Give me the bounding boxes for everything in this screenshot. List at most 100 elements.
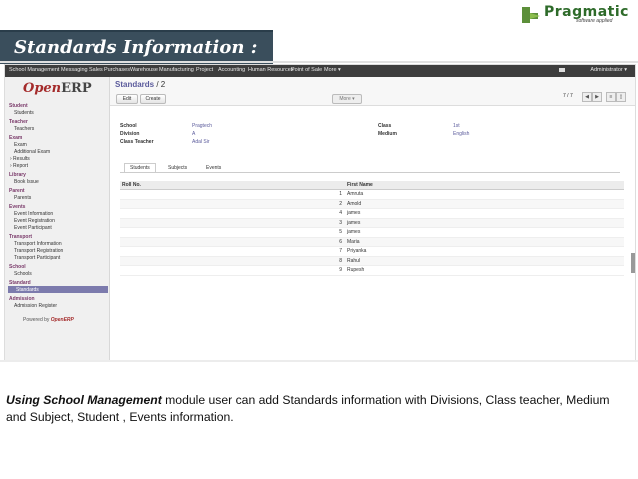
- table-row[interactable]: 8 Rahul: [120, 256, 624, 266]
- next-icon[interactable]: ▶: [592, 92, 602, 102]
- table-row[interactable]: 4 james: [120, 208, 624, 219]
- openerp-logo: OpenERP: [23, 81, 92, 96]
- sidebar-item-teachers[interactable]: Teachers: [14, 126, 34, 132]
- first-name-cell: james: [345, 218, 624, 228]
- tab-subjects[interactable]: Subjects: [168, 165, 187, 171]
- first-name-cell: Amold: [345, 199, 624, 209]
- sidebar-item-parents[interactable]: Parents: [14, 195, 31, 201]
- sidebar-item-transport-registration[interactable]: Transport Registration: [14, 248, 63, 254]
- table-header-row: Roll No. First Name: [120, 181, 624, 190]
- slide-header: Pragmatic software applied Standards Inf…: [0, 0, 638, 64]
- menu-school-management[interactable]: School Management: [9, 67, 59, 73]
- sidebar-head-parent: Parent: [9, 188, 25, 194]
- sidebar-item-admission-register[interactable]: Admission Register: [14, 303, 57, 309]
- menu-manufacturing[interactable]: Manufacturing: [159, 67, 194, 73]
- prev-icon[interactable]: ◀: [582, 92, 592, 102]
- sidebar-head-student: Student: [9, 103, 28, 109]
- top-menubar: School Management Messaging Sales Purcha…: [5, 65, 635, 77]
- roll-no-cell: 1: [120, 189, 345, 200]
- menu-messaging[interactable]: Messaging: [61, 67, 88, 73]
- sidebar-item-book-issue[interactable]: Book Issue: [14, 179, 39, 185]
- table-row[interactable]: 9 Rupesh: [120, 265, 624, 276]
- menu-warehouse[interactable]: Warehouse: [130, 67, 158, 73]
- sidebar: OpenERP Student Students Teacher Teacher…: [5, 77, 110, 361]
- menu-more[interactable]: More ▾: [324, 67, 341, 73]
- medium-label: Medium: [378, 131, 397, 137]
- sidebar-head-transport: Transport: [9, 234, 33, 240]
- form-view-icon[interactable]: ▯: [616, 92, 626, 102]
- medium-value[interactable]: English: [453, 131, 469, 137]
- first-name-cell: james: [345, 208, 624, 219]
- sidebar-item-exam[interactable]: Exam: [14, 142, 27, 148]
- first-name-cell: Amruta: [345, 189, 624, 200]
- slide-title: Standards Information :: [14, 37, 258, 58]
- more-dropdown[interactable]: More ▾: [332, 94, 362, 104]
- tab-events[interactable]: Events: [206, 165, 221, 171]
- class-label: Class: [378, 123, 392, 129]
- slide-caption: Using School Management module user can …: [0, 378, 638, 448]
- col-first-name[interactable]: First Name: [345, 181, 624, 190]
- sidebar-item-students[interactable]: Students: [14, 110, 34, 116]
- table-row[interactable]: 5 james: [120, 227, 624, 238]
- scrollbar[interactable]: [631, 253, 635, 273]
- mail-icon[interactable]: [559, 68, 565, 72]
- user-menu[interactable]: Administrator ▾: [590, 67, 627, 73]
- breadcrumb-current: 2: [160, 80, 166, 89]
- pragmatic-logo-icon: [522, 7, 540, 23]
- sidebar-item-results[interactable]: › Results: [10, 156, 30, 162]
- school-value[interactable]: Pragtech: [192, 123, 212, 129]
- sidebar-head-library: Library: [9, 172, 26, 178]
- pager: 7 / 7: [563, 93, 573, 99]
- table-row[interactable]: 7 Priyanka: [120, 246, 624, 257]
- breadcrumb-parent[interactable]: Standards: [115, 80, 154, 89]
- menu-project[interactable]: Project: [196, 67, 213, 73]
- divider: [0, 61, 638, 63]
- sidebar-head-teacher: Teacher: [9, 119, 28, 125]
- class-value[interactable]: 1st: [453, 123, 460, 129]
- roll-no-cell: 3: [120, 218, 345, 228]
- edit-button[interactable]: Edit: [116, 94, 138, 104]
- menu-sales[interactable]: Sales: [89, 67, 103, 73]
- first-name-cell: Rupesh: [345, 265, 624, 276]
- sidebar-item-additional-exam[interactable]: Additional Exam: [14, 149, 50, 155]
- roll-no-cell: 5: [120, 227, 345, 238]
- menu-accounting[interactable]: Accounting: [218, 67, 245, 73]
- col-roll-no[interactable]: Roll No.: [120, 181, 345, 190]
- sidebar-item-event-participant[interactable]: Event Participant: [14, 225, 52, 231]
- tab-divider: [120, 172, 620, 173]
- class-teacher-label: Class Teacher: [120, 139, 154, 145]
- breadcrumb: Standards / 2: [115, 80, 166, 89]
- table-row[interactable]: 1 Amruta: [120, 189, 624, 200]
- sidebar-head-admission: Admission: [9, 296, 35, 302]
- sidebar-item-transport-information[interactable]: Transport Information: [14, 241, 62, 247]
- list-view-icon[interactable]: ≡: [606, 92, 616, 102]
- roll-no-cell: 6: [120, 237, 345, 247]
- title-bar: Standards Information :: [0, 30, 273, 64]
- caption-text: Using School Management module user can …: [6, 392, 632, 426]
- table-row[interactable]: 2 Amold: [120, 199, 624, 209]
- sidebar-item-schools[interactable]: Schools: [14, 271, 32, 277]
- sidebar-item-report[interactable]: › Report: [10, 163, 28, 169]
- menu-human-resources[interactable]: Human Resources: [248, 67, 294, 73]
- class-teacher-value[interactable]: Adal Sir: [192, 139, 210, 145]
- sidebar-item-event-information[interactable]: Event Information: [14, 211, 53, 217]
- first-name-cell: james: [345, 227, 624, 238]
- divider: [0, 360, 638, 362]
- sidebar-head-events: Events: [9, 204, 26, 210]
- menu-purchases[interactable]: Purchases: [104, 67, 130, 73]
- division-value: A: [192, 131, 196, 137]
- create-button[interactable]: Create: [140, 94, 166, 104]
- menu-point-of-sale[interactable]: Point of Sale: [291, 67, 322, 73]
- sidebar-item-standards[interactable]: Standards: [8, 286, 108, 293]
- sidebar-item-transport-participant[interactable]: Transport Participant: [14, 255, 60, 261]
- first-name-cell: Maria: [345, 237, 624, 247]
- table-row[interactable]: 6 Maria: [120, 237, 624, 247]
- sidebar-item-event-registration[interactable]: Event Registration: [14, 218, 55, 224]
- first-name-cell: Priyanka: [345, 246, 624, 257]
- roll-no-cell: 7: [120, 246, 345, 257]
- roll-no-cell: 2: [120, 199, 345, 209]
- school-label: School: [120, 123, 137, 129]
- first-name-cell: Rahul: [345, 256, 624, 266]
- roll-no-cell: 8: [120, 256, 345, 266]
- table-row[interactable]: 3 james: [120, 218, 624, 228]
